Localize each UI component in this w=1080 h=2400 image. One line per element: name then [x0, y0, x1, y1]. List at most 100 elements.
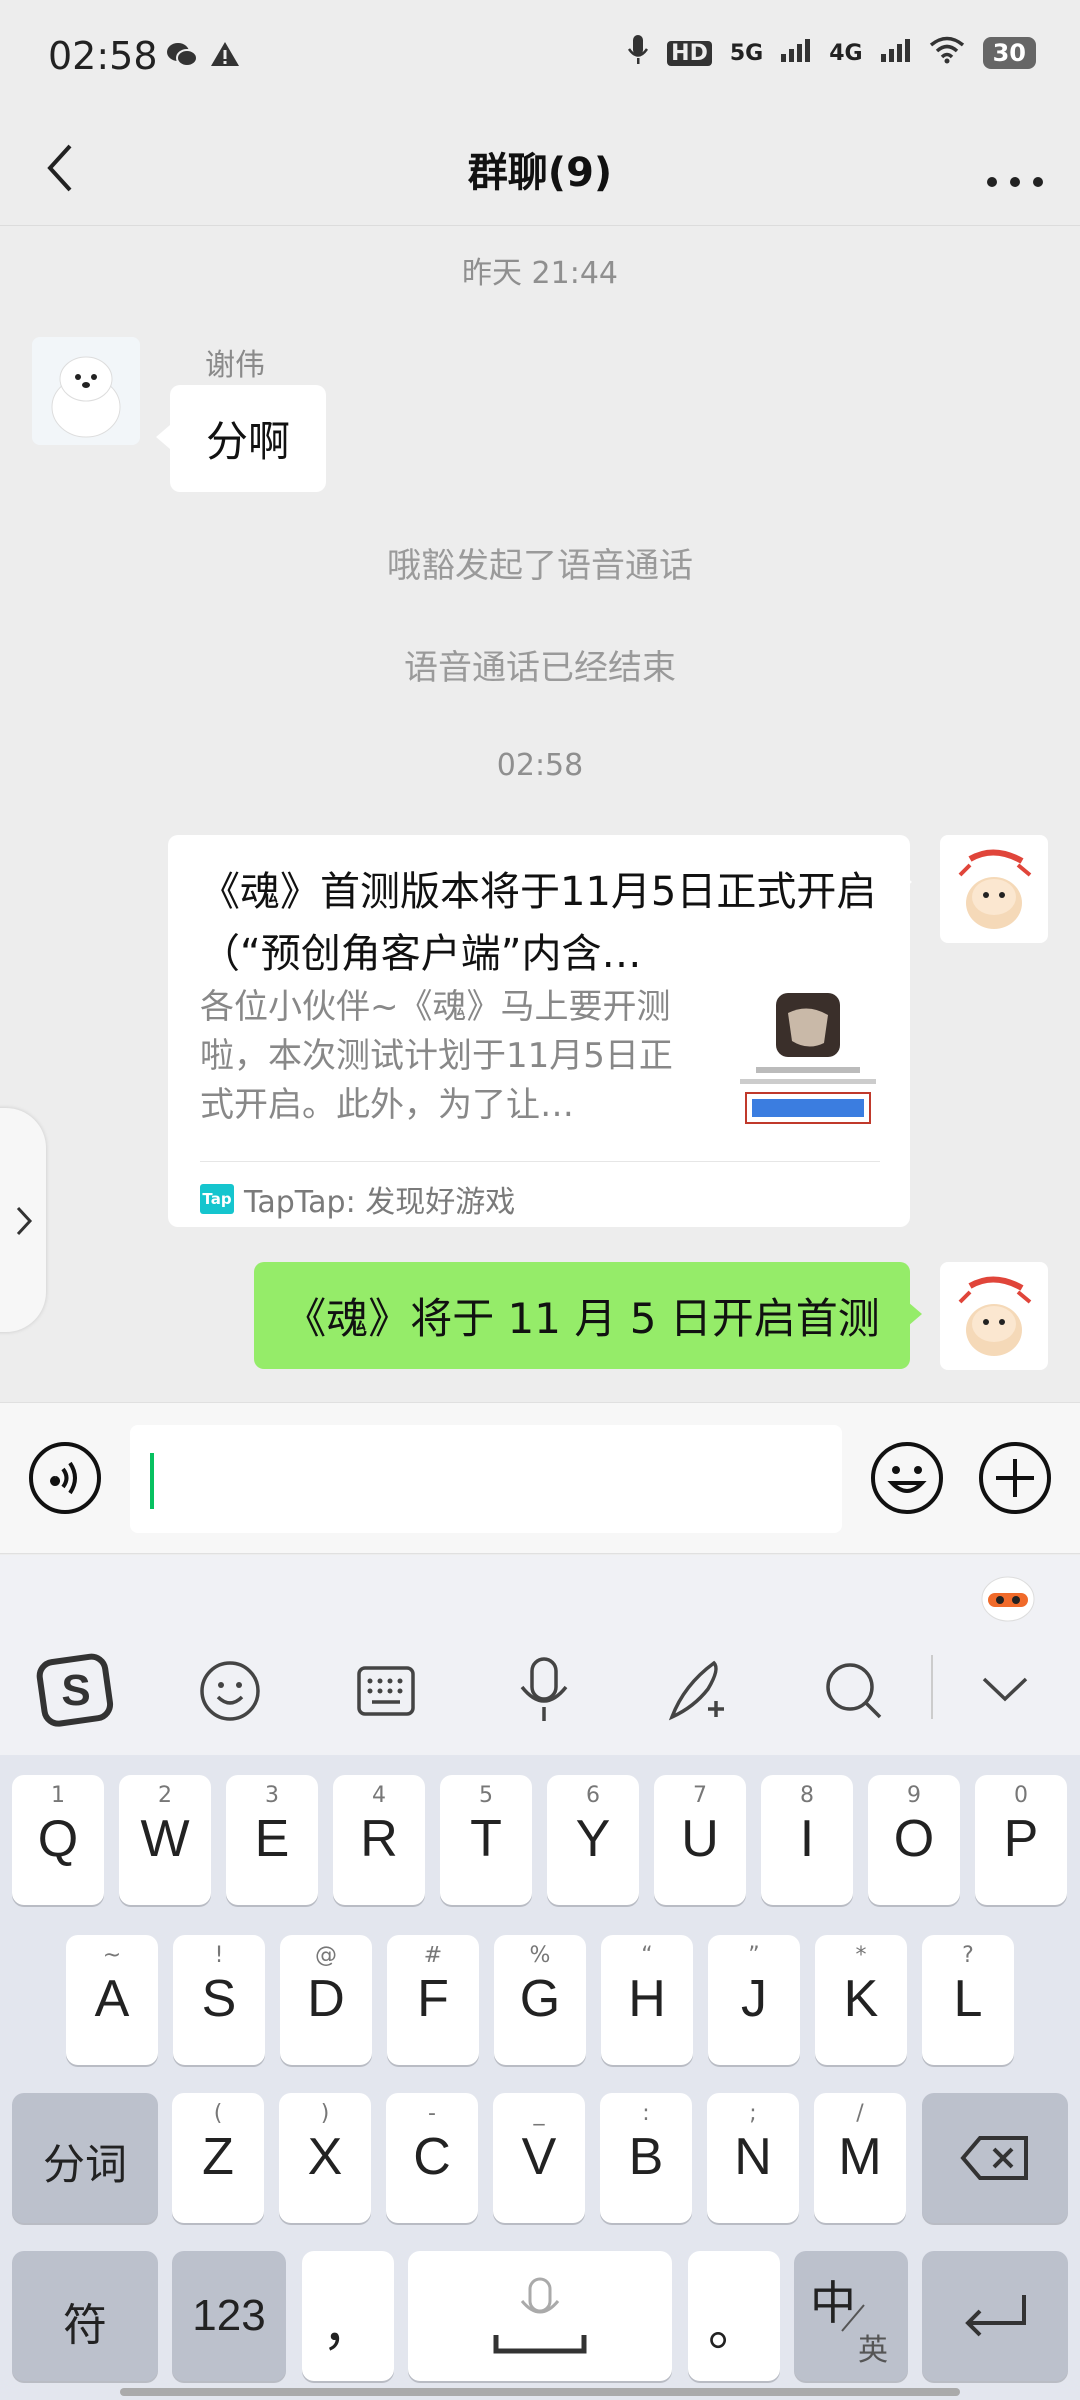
key-comma-label: ， [321, 2299, 374, 2357]
search-icon[interactable] [822, 1659, 886, 1727]
key-hint: ” [748, 1943, 760, 1968]
key-hint: ! [214, 1943, 224, 1968]
backspace-icon [960, 2136, 1028, 2180]
side-drawer-handle[interactable] [0, 1108, 46, 1332]
key-label: O [893, 1810, 935, 1868]
keyboard-mascot-icon[interactable] [978, 1565, 1038, 1629]
key-j[interactable]: ” J [708, 1935, 800, 2065]
avatar-sender[interactable] [32, 337, 140, 445]
key-p[interactable]: 0P [975, 1775, 1067, 1905]
key-q[interactable]: 1Q [12, 1775, 104, 1905]
key-hint: ( [213, 2101, 223, 2126]
key-s[interactable]: ! S [173, 1935, 265, 2065]
sender-name: 谢伟 [205, 348, 265, 383]
message-text-input[interactable] [130, 1425, 842, 1533]
status-time: 02:58 [48, 34, 158, 78]
battery-indicator: 30 [982, 37, 1036, 69]
key-u[interactable]: 7U [654, 1775, 746, 1905]
key-i[interactable]: 8I [761, 1775, 853, 1905]
key-hint: 5 [479, 1783, 493, 1808]
text-cursor [150, 1453, 154, 1509]
key-b[interactable]: :B [600, 2093, 692, 2223]
key-w[interactable]: 2W [119, 1775, 211, 1905]
key-hint: 9 [907, 1783, 921, 1808]
key-a[interactable]: ~ A [66, 1935, 158, 2065]
key-hint: _ [533, 2101, 545, 2126]
key-comma[interactable]: ， [302, 2251, 394, 2381]
key-backspace[interactable] [922, 2093, 1068, 2223]
key-label: T [470, 1810, 502, 1868]
key-enter[interactable] [922, 2251, 1068, 2381]
key-label: L [953, 1970, 983, 2028]
status-icons: HD 5G 4G 30 [627, 34, 1036, 72]
more-functions-button[interactable] [978, 1441, 1052, 1519]
key-x[interactable]: ) X [279, 2093, 371, 2223]
key-symbols[interactable]: 符 [12, 2251, 158, 2381]
key-label: X [307, 2128, 343, 2186]
key-z[interactable]: (Z [172, 2093, 264, 2223]
key-period[interactable]: 。 [688, 2251, 780, 2381]
key-hint: ? [962, 1943, 974, 1968]
key-hint: 6 [586, 1783, 600, 1808]
key-label: E [254, 1810, 290, 1868]
key-label: A [94, 1970, 130, 2028]
collapse-keyboard-icon[interactable] [980, 1673, 1030, 1707]
avatar-self-2[interactable] [940, 1262, 1048, 1370]
home-indicator[interactable] [120, 2388, 960, 2396]
slash-icon [841, 2304, 865, 2332]
mic-icon [627, 34, 649, 72]
key-y[interactable]: 6Y [547, 1775, 639, 1905]
more-button[interactable] [980, 138, 1050, 198]
key-c[interactable]: -C [386, 2093, 478, 2223]
voice-typing-icon[interactable] [514, 1655, 574, 1729]
key-segment[interactable]: 分词 [12, 2093, 158, 2223]
key-hint: ~ [102, 1943, 122, 1968]
emoji-icon [871, 1442, 943, 1514]
key-h[interactable]: “H [601, 1935, 693, 2065]
key-d[interactable]: @ D [280, 1935, 372, 2065]
card-source: Tap TapTap: 发现好游戏 [200, 1177, 515, 1221]
key-e[interactable]: 3E [226, 1775, 318, 1905]
key-hint: ) [320, 2101, 330, 2126]
key-k[interactable]: * K [815, 1935, 907, 2065]
message-bubble-received[interactable]: 分啊 [170, 385, 326, 492]
wifi-icon [929, 36, 965, 70]
handwriting-icon[interactable] [664, 1655, 734, 1729]
card-source-label: TapTap: 发现好游戏 [244, 1185, 516, 1220]
key-hint: : [642, 2101, 650, 2126]
key-l[interactable]: ? L [922, 1935, 1014, 2065]
emoji-panel-icon[interactable] [198, 1659, 262, 1727]
key-r[interactable]: 4R [333, 1775, 425, 1905]
key-label: Z [202, 2128, 234, 2186]
key-t[interactable]: 5T [440, 1775, 532, 1905]
key-label: P [1003, 1810, 1039, 1868]
key-label: R [360, 1810, 398, 1868]
keyboard-switch-icon[interactable] [356, 1665, 416, 1721]
key-hint: 1 [51, 1783, 65, 1808]
message-bubble-sent[interactable]: 《魂》将于 11 月 5 日开启首测 [254, 1262, 910, 1369]
link-card-message[interactable]: 《魂》首测版本将于11月5日正式开启（“预创角客户端”内含… 各位小伙伴~《魂》… [168, 835, 910, 1227]
message-input-bar [0, 1402, 1080, 1554]
key-label: N [734, 2128, 772, 2186]
key-language-switch[interactable]: 中 英 [794, 2251, 908, 2381]
key-n[interactable]: ; N [707, 2093, 799, 2223]
key-f[interactable]: # F [387, 1935, 479, 2065]
key-m[interactable]: / M [814, 2093, 906, 2223]
key-v[interactable]: _ V [493, 2093, 585, 2223]
key-o[interactable]: 9O [868, 1775, 960, 1905]
more-dots-icon [987, 177, 1043, 187]
key-hint: # [423, 1943, 443, 1968]
avatar-self[interactable] [940, 835, 1048, 943]
key-symbols-label: 符 [63, 2301, 107, 2350]
key-label: D [307, 1970, 345, 2028]
key-period-label: 。 [707, 2299, 760, 2357]
chevron-right-icon [16, 1206, 33, 1236]
key-numbers[interactable]: 123 [172, 2251, 286, 2381]
sogou-logo-icon[interactable]: S [36, 1653, 116, 1733]
svg-text:S: S [61, 1666, 90, 1715]
emoji-button[interactable] [870, 1441, 944, 1519]
key-space[interactable] [408, 2251, 672, 2381]
voice-input-button[interactable] [28, 1441, 102, 1519]
key-label: F [417, 1970, 449, 2028]
key-g[interactable]: % G [494, 1935, 586, 2065]
